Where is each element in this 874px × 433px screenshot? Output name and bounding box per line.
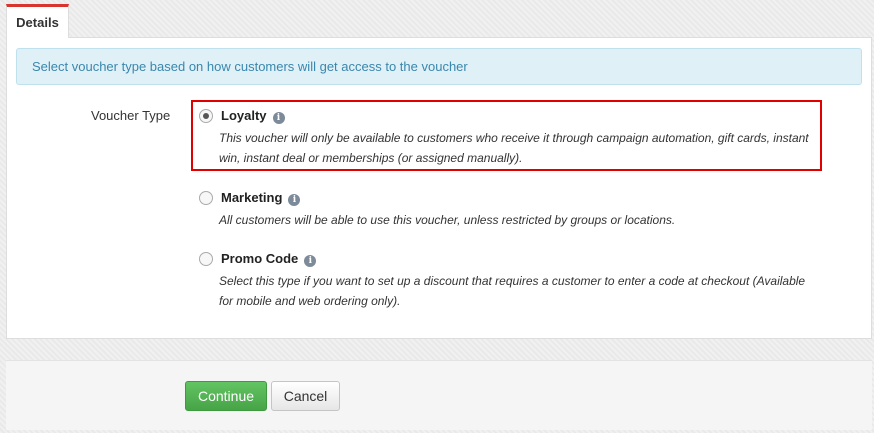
info-alert: Select voucher type based on how custome… <box>16 48 862 85</box>
cancel-button[interactable]: Cancel <box>271 381 340 411</box>
marketing-description: All customers will be able to use this v… <box>219 213 676 227</box>
marketing-label: Marketing <box>221 190 283 205</box>
marketing-title[interactable]: Marketing i <box>221 190 301 206</box>
info-icon[interactable]: i <box>288 194 301 206</box>
info-alert-text: Select voucher type based on how custome… <box>32 59 468 74</box>
marketing-radio[interactable] <box>199 191 213 205</box>
promo-code-description: Select this type if you want to set up a… <box>219 274 806 308</box>
promo-code-label: Promo Code <box>221 251 299 266</box>
info-icon[interactable]: i <box>304 255 317 267</box>
tab-details-label: Details <box>16 15 59 30</box>
details-panel: Select voucher type based on how custome… <box>6 37 872 339</box>
tab-details[interactable]: Details <box>6 4 69 38</box>
promo-code-radio[interactable] <box>199 252 213 266</box>
continue-button[interactable]: Continue <box>185 381 267 411</box>
form-actions-bar: Continue Cancel <box>6 360 872 430</box>
loyalty-highlight-box <box>191 100 822 171</box>
voucher-type-label: Voucher Type <box>91 108 171 123</box>
promo-code-title[interactable]: Promo Code i <box>221 251 317 267</box>
